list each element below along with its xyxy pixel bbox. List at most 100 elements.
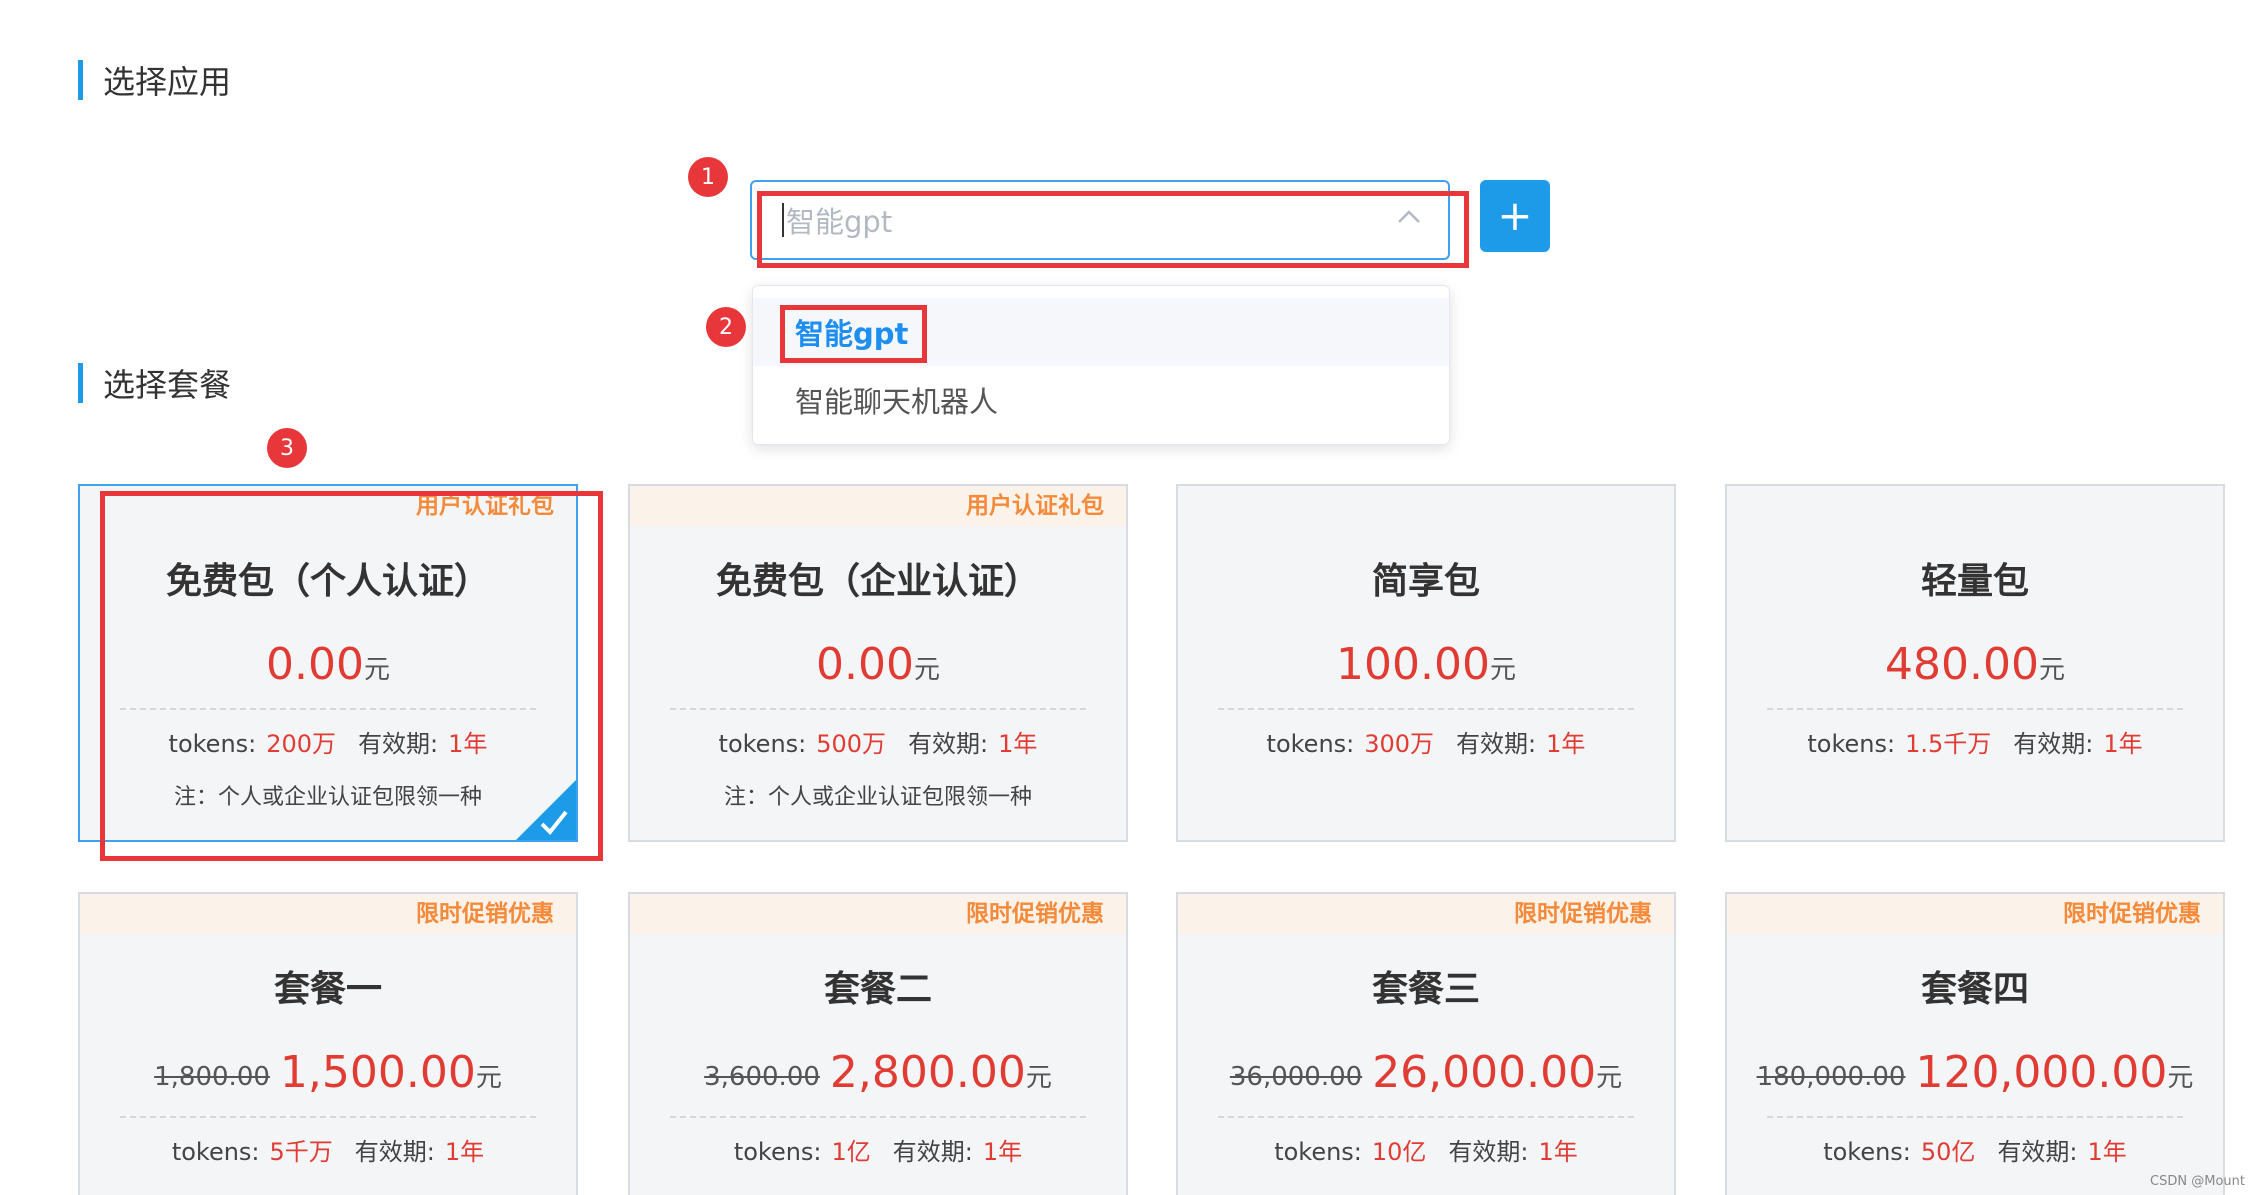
section-title-package: 选择套餐 xyxy=(78,363,232,404)
price-unit: 元 xyxy=(475,1063,502,1093)
package-name: 套餐三 xyxy=(1371,969,1480,1010)
validity-label: 有效期: xyxy=(1448,1138,1529,1166)
tokens-value: 10亿 xyxy=(1371,1138,1427,1166)
package-card-plan-4[interactable]: 限时促销优惠 套餐四 180,000.00 120,000.00 元 tokens:… xyxy=(1725,892,2225,1195)
package-note: 注：个人或企业认证包限领一种 xyxy=(723,785,1032,810)
package-card-enterprise-free[interactable]: 用户认证礼包 免费包（企业认证） 0.00 元 tokens: 500万 有效期: 1年… xyxy=(628,484,1128,842)
annotation-badge-2: 2 xyxy=(706,307,746,347)
validity-value: 1年 xyxy=(998,730,1038,758)
annotation-box-3 xyxy=(100,491,603,861)
package-tag xyxy=(1727,486,2223,526)
validity-label: 有效期: xyxy=(2013,730,2094,758)
price-unit: 元 xyxy=(2038,655,2065,685)
package-price: 36,000.00 26,000.00 元 xyxy=(1178,1042,1674,1098)
divider xyxy=(670,1116,1086,1118)
original-price: 180,000.00 xyxy=(1756,1062,1906,1092)
package-tag: 用户认证礼包 xyxy=(630,486,1126,526)
package-card-plan-2[interactable]: 限时促销优惠 套餐二 3,600.00 2,800.00 元 tokens: 1亿 有效… xyxy=(628,892,1128,1195)
package-card-jianxiang[interactable]: 简享包 100.00 元 tokens: 300万 有效期: 1年 xyxy=(1176,484,1676,842)
annotation-badge-1: 1 xyxy=(688,157,728,197)
tokens-label: tokens: xyxy=(171,1138,260,1166)
section-bar xyxy=(78,363,83,403)
validity-value: 1年 xyxy=(1538,1138,1578,1166)
original-price: 1,800.00 xyxy=(154,1062,270,1092)
validity-label: 有效期: xyxy=(908,730,989,758)
package-card-plan-3[interactable]: 限时促销优惠 套餐三 36,000.00 26,000.00 元 tokens: 10… xyxy=(1176,892,1676,1195)
price-unit: 元 xyxy=(2167,1063,2194,1093)
package-price: 480.00 元 xyxy=(1727,634,2223,690)
package-price: 1,800.00 1,500.00 元 xyxy=(80,1042,576,1098)
package-name: 套餐四 xyxy=(1920,969,2029,1010)
validity-value: 1年 xyxy=(444,1138,485,1166)
price-value: 2,800.00 xyxy=(829,1047,1026,1098)
package-card-plan-1[interactable]: 限时促销优惠 套餐一 1,800.00 1,500.00 元 tokens: 5千万有… xyxy=(78,892,578,1195)
original-price: 3,600.00 xyxy=(704,1062,820,1092)
divider xyxy=(1218,708,1634,710)
tokens-value: 50亿 xyxy=(1920,1138,1976,1166)
tokens-label: tokens: xyxy=(718,730,807,758)
watermark: CSDN @Mount xyxy=(2150,1174,2245,1189)
price-unit: 元 xyxy=(1596,1063,1623,1093)
tokens-value: 1亿 xyxy=(831,1138,871,1166)
validity-value: 1年 xyxy=(2087,1138,2127,1166)
tokens-value: 5千万 xyxy=(269,1138,333,1166)
divider xyxy=(120,1116,536,1118)
annotation-badge-3: 3 xyxy=(267,428,307,468)
package-name: 套餐一 xyxy=(273,969,382,1010)
package-info: tokens: 1亿 有效期: 1年 xyxy=(630,1132,1126,1167)
annotation-box-1 xyxy=(757,191,1469,268)
tokens-label: tokens: xyxy=(733,1138,822,1166)
section-bar xyxy=(78,60,83,100)
add-app-button[interactable]: + xyxy=(1480,180,1550,252)
section-title-text: 选择套餐 xyxy=(103,366,232,404)
tokens-value: 500万 xyxy=(816,730,887,758)
validity-value: 1年 xyxy=(2103,730,2143,758)
package-price: 0.00 元 xyxy=(630,634,1126,690)
validity-label: 有效期: xyxy=(1997,1138,2078,1166)
price-unit: 元 xyxy=(1025,1063,1052,1093)
package-info: tokens: 300万 有效期: 1年 xyxy=(1178,724,1674,759)
package-info: tokens: 1.5千万 有效期: 1年 xyxy=(1727,724,2223,759)
package-info: tokens: 5千万 有效期: 1年 xyxy=(80,1132,576,1167)
tokens-value: 300万 xyxy=(1364,730,1435,758)
section-title-app: 选择应用 xyxy=(78,60,232,101)
dropdown-option-1[interactable]: 智能聊天机器人 xyxy=(753,366,1449,434)
package-price: 180,000.00 120,000.00 元 xyxy=(1727,1042,2223,1098)
package-info: tokens: 500万 有效期: 1年 xyxy=(630,724,1126,759)
validity-value: 1年 xyxy=(1546,730,1586,758)
tokens-label: tokens: xyxy=(1823,1138,1911,1166)
package-tag: 限时促销优惠 xyxy=(1178,894,1674,934)
package-name: 轻量包 xyxy=(1920,561,2029,602)
package-info: tokens: 10亿 有效期: 1年 xyxy=(1178,1132,1674,1167)
price-value: 480.00 xyxy=(1885,639,2039,690)
price-value: 0.00 xyxy=(816,639,914,690)
tokens-label: tokens: xyxy=(1274,1138,1362,1166)
package-tag xyxy=(1178,486,1674,526)
price-value: 26,000.00 xyxy=(1372,1047,1597,1098)
package-tag: 限时促销优惠 xyxy=(1727,894,2223,934)
validity-label: 有效期: xyxy=(1456,730,1537,758)
annotation-box-2 xyxy=(780,305,927,363)
validity-label: 有效期: xyxy=(354,1138,435,1166)
package-name: 免费包（企业认证） xyxy=(715,561,1040,602)
price-value: 100.00 xyxy=(1336,639,1490,690)
original-price: 36,000.00 xyxy=(1229,1062,1363,1092)
price-unit: 元 xyxy=(1489,655,1516,685)
package-name: 简享包 xyxy=(1371,561,1480,602)
package-tag: 限时促销优惠 xyxy=(630,894,1126,934)
validity-value: 1年 xyxy=(982,1138,1023,1166)
package-tag: 限时促销优惠 xyxy=(80,894,576,934)
package-price: 3,600.00 2,800.00 元 xyxy=(630,1042,1126,1098)
section-title-text: 选择应用 xyxy=(103,63,232,101)
package-name: 套餐二 xyxy=(823,969,932,1010)
price-value: 120,000.00 xyxy=(1915,1047,2168,1098)
tokens-label: tokens: xyxy=(1266,730,1355,758)
validity-label: 有效期: xyxy=(892,1138,973,1166)
package-price: 100.00 元 xyxy=(1178,634,1674,690)
divider xyxy=(1767,1116,2183,1118)
divider xyxy=(670,708,1086,710)
tokens-value: 1.5千万 xyxy=(1905,730,1992,758)
package-info: tokens: 50亿 有效期: 1年 xyxy=(1727,1132,2223,1167)
package-card-qingliang[interactable]: 轻量包 480.00 元 tokens: 1.5千万 有效期: 1年 xyxy=(1725,484,2225,842)
tokens-label: tokens: xyxy=(1807,730,1896,758)
